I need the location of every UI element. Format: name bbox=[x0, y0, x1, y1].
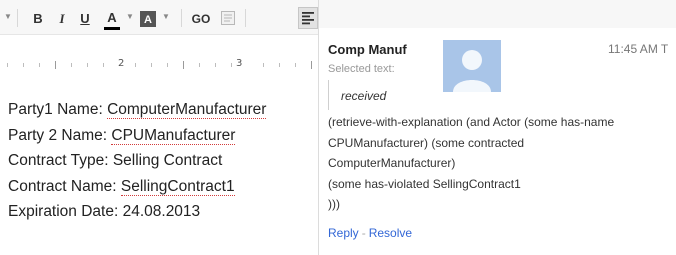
ruler-tick bbox=[311, 61, 312, 69]
field-label: Contract Name: bbox=[8, 177, 121, 195]
align-left-icon bbox=[302, 12, 314, 25]
contract-name-line[interactable]: Contract Name: SellingContract1 bbox=[8, 174, 266, 200]
field-value: SellingContract1 bbox=[120, 177, 235, 196]
ruler-tick bbox=[39, 63, 40, 67]
ruler-tick bbox=[263, 63, 264, 67]
comment-author: Comp Manuf bbox=[328, 42, 407, 57]
comment-icon bbox=[221, 11, 235, 25]
ruler-tick bbox=[231, 63, 232, 67]
field-label: Expiration Date: bbox=[8, 203, 123, 220]
avatar bbox=[443, 40, 501, 92]
comment-actions: Reply - Resolve bbox=[328, 226, 412, 240]
action-separator: - bbox=[361, 226, 366, 240]
field-value: CPUManufacturer bbox=[111, 126, 236, 145]
field-label: Contract Type: bbox=[8, 152, 113, 169]
comment-body: (retrieve-with-explanation (and Actor (s… bbox=[328, 112, 673, 215]
field-value: Selling Contract bbox=[112, 152, 223, 169]
toolbar-divider bbox=[181, 9, 182, 27]
toolbar-divider bbox=[245, 9, 246, 27]
ruler-tick bbox=[151, 63, 152, 67]
expiration-date-line[interactable]: Expiration Date: 24.08.2013 bbox=[8, 199, 266, 225]
ruler-tick bbox=[87, 63, 88, 67]
selected-text-quote: received bbox=[328, 80, 386, 110]
default-user-icon bbox=[443, 40, 501, 92]
link-icon: GO bbox=[191, 12, 211, 26]
resolve-link[interactable]: Resolve bbox=[369, 226, 412, 240]
comment-body-line: (some has-violated SellingContract1 bbox=[328, 176, 521, 191]
field-label: Party 2 Name: bbox=[8, 126, 112, 144]
selected-text-label: Selected text: bbox=[328, 63, 395, 75]
ruler-number: 3 bbox=[236, 58, 243, 69]
field-value: ComputerManufacturer bbox=[107, 101, 267, 119]
ruler-tick bbox=[7, 63, 8, 67]
field-label: Party1 Name: bbox=[8, 101, 108, 118]
horizontal-ruler[interactable]: 2 3 bbox=[0, 58, 318, 70]
ruler-tick bbox=[167, 63, 168, 67]
ruler-tick bbox=[295, 63, 296, 67]
selected-text-value: received bbox=[341, 89, 387, 103]
party1-name-line[interactable]: Party1 Name: ComputerManufacturer bbox=[8, 97, 267, 123]
bold-button[interactable]: B bbox=[31, 11, 45, 27]
highlight-color-button[interactable]: A bbox=[140, 11, 156, 27]
italic-button[interactable]: I bbox=[55, 11, 69, 27]
toolbar-divider bbox=[17, 9, 18, 27]
field-value: 24.08.2013 bbox=[122, 203, 201, 220]
ruler-tick bbox=[135, 63, 136, 67]
comment-body-line: ))) bbox=[328, 197, 340, 211]
ruler-tick bbox=[183, 61, 184, 69]
insert-link-button[interactable]: GO bbox=[190, 11, 212, 27]
document-editor: ▼ B I U A ▼ A ▼ GO 2 3 Party1 Name: Comp… bbox=[0, 0, 318, 255]
party2-name-line[interactable]: Party 2 Name: CPUManufacturer bbox=[8, 123, 266, 149]
text-color-caret-icon[interactable]: ▼ bbox=[126, 12, 134, 21]
contract-type-line[interactable]: Contract Type: Selling Contract bbox=[8, 148, 266, 174]
comment-timestamp: 11:45 AM T bbox=[608, 42, 669, 56]
highlight-color-caret-icon[interactable]: ▼ bbox=[162, 12, 170, 21]
ruler-tick bbox=[71, 63, 72, 67]
formatting-toolbar: ▼ B I U A ▼ A ▼ GO bbox=[0, 0, 318, 35]
ruler-tick bbox=[103, 63, 104, 67]
ruler-tick bbox=[55, 61, 56, 69]
ruler-tick bbox=[23, 63, 24, 67]
ruler-number: 2 bbox=[118, 58, 125, 69]
insert-comment-button[interactable] bbox=[220, 11, 236, 27]
underline-button[interactable]: U bbox=[78, 11, 92, 27]
comment-body-line: (retrieve-with-explanation (and Actor (s… bbox=[328, 115, 615, 129]
align-left-button[interactable] bbox=[298, 7, 318, 29]
document-body[interactable]: Party1 Name: ComputerManufacturer Party … bbox=[8, 97, 267, 225]
reply-link[interactable]: Reply bbox=[328, 226, 359, 240]
dropdown-caret-icon[interactable]: ▼ bbox=[4, 12, 12, 21]
comment-body-line: ComputerManufacturer) bbox=[328, 156, 456, 170]
text-color-button[interactable]: A bbox=[104, 11, 120, 30]
comment-pane-header bbox=[319, 0, 676, 28]
ruler-tick bbox=[199, 63, 200, 67]
ruler-tick bbox=[215, 63, 216, 67]
comment-card: Comp Manuf 11:45 AM T Selected text: rec… bbox=[319, 0, 676, 255]
comment-body-line: CPUManufacturer) (some contracted bbox=[328, 135, 525, 150]
ruler-tick bbox=[279, 63, 280, 67]
